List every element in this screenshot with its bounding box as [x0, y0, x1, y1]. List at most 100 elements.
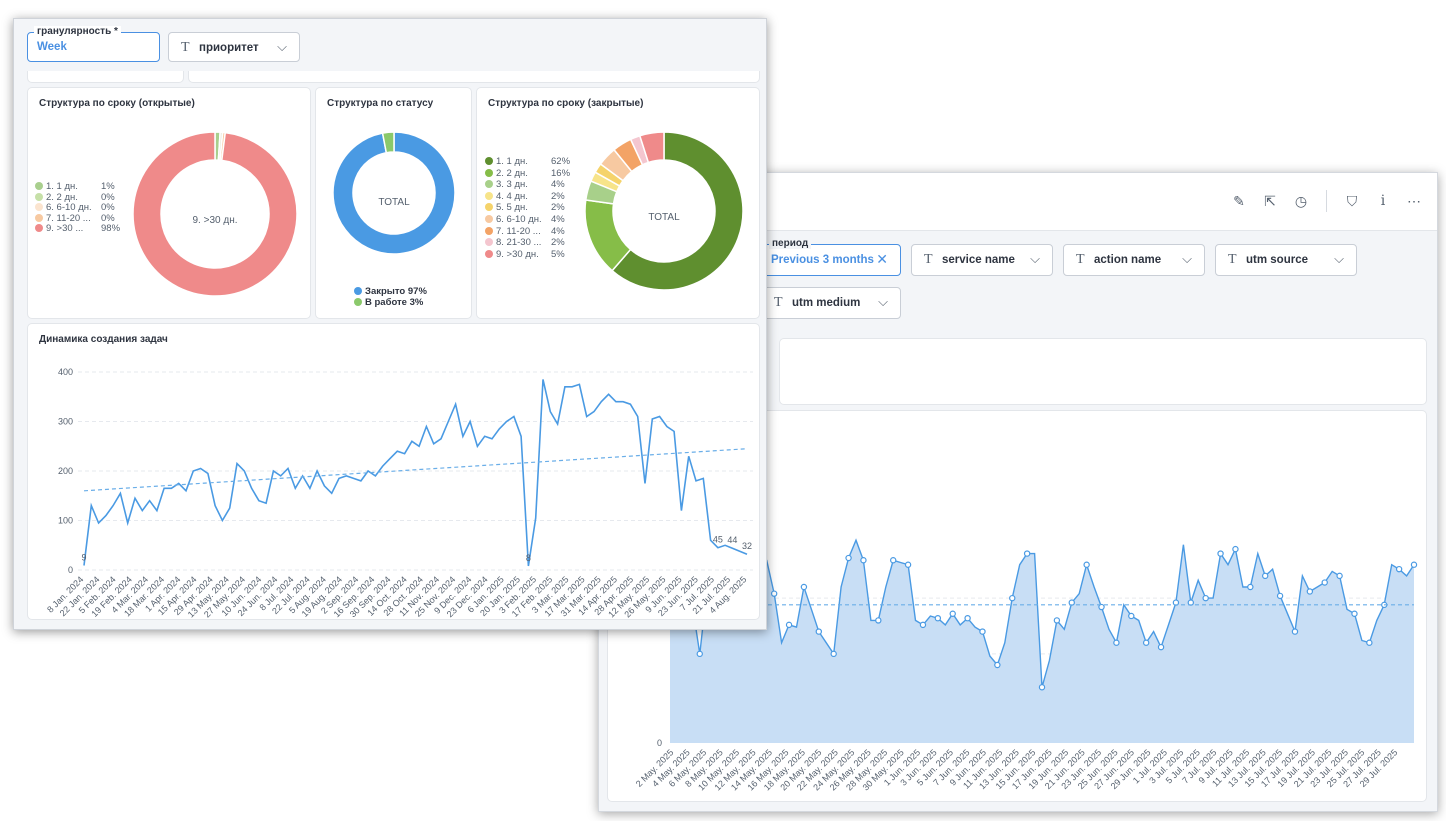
- data-point[interactable]: [815, 628, 822, 635]
- legend-item[interactable]: 3. 3 дн. 4%: [485, 179, 565, 190]
- data-point[interactable]: [964, 614, 971, 622]
- status-panel: Структура по статусу TOTAL Закрыто 97% В …: [315, 87, 472, 319]
- data-point[interactable]: [875, 617, 882, 624]
- data-point[interactable]: [934, 614, 942, 622]
- data-point[interactable]: [919, 621, 927, 629]
- data-point[interactable]: [1142, 639, 1150, 646]
- data-point[interactable]: [904, 561, 912, 568]
- data-point[interactable]: [949, 610, 956, 617]
- legend-label: Закрыто 97%: [365, 286, 427, 297]
- data-point[interactable]: [1038, 684, 1046, 691]
- legend-percent: 1%: [101, 181, 115, 192]
- action-name-filter[interactable]: T action name ⌵: [1063, 244, 1205, 276]
- legend-item[interactable]: 7. 11-20 ... 0%: [35, 213, 115, 224]
- bookmark-icon[interactable]: ⛉: [1342, 191, 1362, 211]
- data-point[interactable]: [1113, 639, 1120, 646]
- donut-slice[interactable]: [133, 132, 297, 296]
- legend-label: 1. 1 дн.: [46, 181, 78, 192]
- clock-icon[interactable]: ◷: [1291, 191, 1311, 211]
- legend-percent: 0%: [101, 212, 115, 224]
- legend-percent: 62%: [551, 156, 571, 167]
- legend-label: 5. 5 дн.: [496, 202, 528, 214]
- text-type-icon: T: [774, 295, 783, 310]
- data-point[interactable]: [1306, 588, 1314, 595]
- legend-percent: 2%: [551, 202, 565, 214]
- data-point[interactable]: [1247, 583, 1254, 591]
- data-point[interactable]: [1232, 545, 1239, 553]
- data-point[interactable]: [1083, 561, 1090, 568]
- utm-source-filter[interactable]: T utm source ⌵: [1215, 244, 1357, 276]
- legend-item[interactable]: 8. 21-30 ... 2%: [485, 237, 565, 249]
- data-point[interactable]: [1366, 639, 1373, 646]
- data-point[interactable]: [830, 650, 837, 658]
- legend-item[interactable]: Закрыто 97%: [354, 286, 427, 297]
- legend-item[interactable]: 9. >30 ... 98%: [35, 223, 120, 234]
- text-type-icon: T: [1076, 252, 1085, 267]
- utm-medium-filter[interactable]: T utm medium ⌵: [761, 287, 901, 319]
- legend-label: 9. >30 дн.: [496, 248, 539, 260]
- legend-item[interactable]: 1. 1 дн. 1%: [35, 181, 115, 192]
- data-point[interactable]: [845, 554, 852, 562]
- data-point[interactable]: [1053, 617, 1061, 624]
- legend-item[interactable]: 2. 2 дн. 0%: [35, 192, 115, 203]
- data-point[interactable]: [1351, 610, 1358, 617]
- series-line[interactable]: [83, 379, 748, 567]
- data-point[interactable]: [696, 650, 703, 658]
- share-icon[interactable]: ⇱: [1260, 191, 1280, 211]
- data-point[interactable]: [1395, 565, 1403, 573]
- data-point[interactable]: [1157, 643, 1165, 651]
- legend-percent: 98%: [101, 223, 121, 234]
- chevron-down-icon: ⌵: [1334, 251, 1344, 266]
- data-point[interactable]: [800, 583, 808, 591]
- data-point[interactable]: [1291, 628, 1299, 635]
- text-type-icon: T: [924, 252, 933, 267]
- clear-icon[interactable]: ✕: [876, 251, 888, 268]
- data-point[interactable]: [1128, 612, 1135, 620]
- data-point[interactable]: [1276, 592, 1284, 600]
- data-point[interactable]: [994, 661, 1001, 669]
- legend-percent: 0%: [101, 191, 115, 203]
- data-point[interactable]: [1410, 561, 1418, 568]
- legend-dot: [485, 238, 493, 247]
- data-point[interactable]: [1202, 594, 1209, 602]
- legend-label: 2. 2 дн.: [496, 167, 528, 179]
- legend-label: 6. 6-10 дн.: [46, 202, 92, 213]
- service-name-filter[interactable]: T service name ⌵: [911, 244, 1053, 276]
- data-point[interactable]: [979, 628, 986, 635]
- legend-percent: 4%: [551, 225, 565, 237]
- data-point[interactable]: [770, 590, 778, 597]
- legend-item[interactable]: 6. 6-10 дн. 0%: [35, 202, 115, 213]
- legend-dot: [354, 287, 362, 295]
- legend-item[interactable]: В работе 3%: [354, 297, 423, 308]
- data-point[interactable]: [890, 557, 897, 564]
- legend-dot: [485, 180, 493, 189]
- donut-chart: [133, 132, 297, 296]
- legend-item[interactable]: 5. 5 дн. 2%: [485, 202, 565, 214]
- y-tick-label: 400: [58, 367, 73, 377]
- priority-filter[interactable]: T приоритет ⌵: [168, 32, 300, 62]
- data-point[interactable]: [1217, 550, 1224, 557]
- data-point[interactable]: [1321, 579, 1328, 586]
- data-label: 8: [526, 553, 531, 563]
- edit-icon[interactable]: ✎: [1229, 191, 1249, 211]
- legend-item[interactable]: 2. 2 дн. 16%: [485, 167, 570, 179]
- y-tick-label: 300: [58, 417, 73, 427]
- legend-item[interactable]: 4. 4 дн. 2%: [485, 191, 565, 202]
- center-label: 9. >30 дн.: [192, 215, 238, 226]
- more-icon[interactable]: ⋯: [1404, 191, 1424, 211]
- data-point[interactable]: [1023, 550, 1031, 557]
- y-tick-label: 100: [58, 516, 73, 526]
- data-point[interactable]: [1262, 572, 1269, 580]
- legend-percent: 4%: [551, 179, 565, 191]
- legend-label: 8. 21-30 ...: [496, 237, 542, 249]
- info-icon[interactable]: i: [1373, 191, 1393, 211]
- data-point[interactable]: [1336, 572, 1343, 580]
- data-point[interactable]: [785, 621, 793, 629]
- legend-item[interactable]: 7. 11-20 ... 4%: [485, 226, 565, 237]
- data-label: 45: [713, 535, 723, 545]
- legend-item[interactable]: 9. >30 дн. 5%: [485, 248, 565, 260]
- data-point[interactable]: [1009, 594, 1016, 602]
- data-point[interactable]: [860, 557, 867, 564]
- legend-item[interactable]: 1. 1 дн. 62%: [485, 156, 570, 167]
- legend-item[interactable]: 6. 6-10 дн. 4%: [485, 214, 565, 225]
